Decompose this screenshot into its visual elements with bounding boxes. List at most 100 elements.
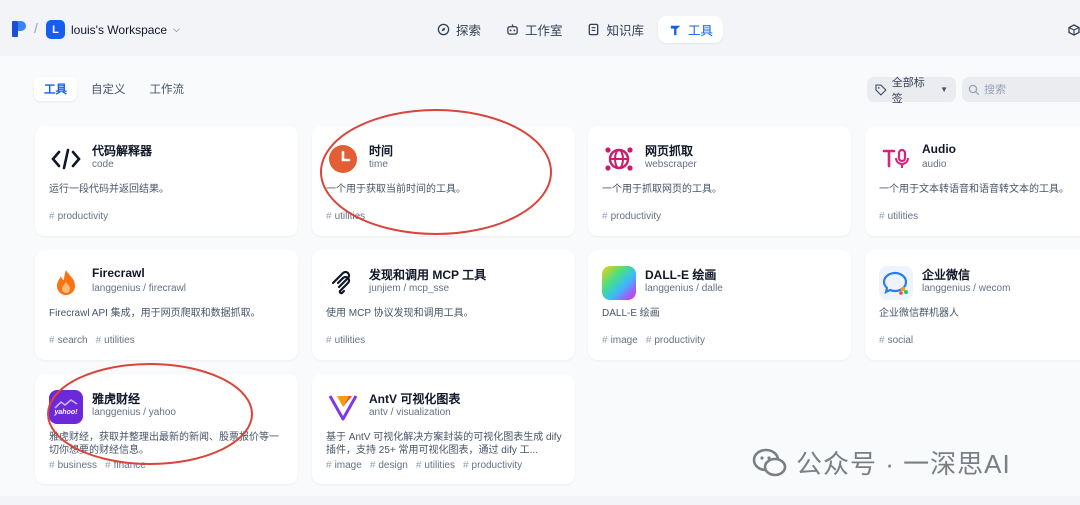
tool-card-antv[interactable]: AntV 可视化图表 antv / visualization 基于 AntV … bbox=[312, 374, 575, 484]
tool-id: webscraper bbox=[645, 159, 697, 170]
tool-card-mcp[interactable]: 发现和调用 MCP 工具 junjiem / mcp_sse 使用 MCP 协议… bbox=[312, 250, 575, 360]
tag: # productivity bbox=[49, 211, 109, 222]
tool-id: langgenius / firecrawl bbox=[92, 283, 186, 294]
nav-tools[interactable]: 工具 bbox=[658, 16, 724, 43]
tool-card-audio[interactable]: Audio audio 一个用于文本转语音和语音转文本的工具。 # utiliti… bbox=[865, 126, 1080, 236]
tool-card-time[interactable]: 时间 time 一个用于获取当前时间的工具。 # utilities bbox=[312, 126, 575, 236]
tool-name: Firecrawl bbox=[92, 266, 145, 280]
watermark-text: 公众号 · 一深思AI bbox=[796, 449, 1011, 479]
tool-tags: # image # design # utilities # productivity bbox=[326, 460, 522, 471]
nav-studio-label: 工作室 bbox=[525, 24, 563, 38]
tool-description: 使用 MCP 协议发现和调用工具。 bbox=[326, 308, 474, 319]
mcp-icon bbox=[326, 266, 360, 300]
compass-icon bbox=[436, 23, 450, 37]
nav-knowledge[interactable]: 知识库 bbox=[577, 16, 655, 43]
tool-description: 雅虎财经，获取并整理出最新的新闻、股票报价等一切你想要的财经信息。 bbox=[49, 432, 279, 456]
tool-card-firecrawl[interactable]: Firecrawl langgenius / firecrawl Firecra… bbox=[35, 250, 298, 360]
tab-custom[interactable]: 自定义 bbox=[81, 77, 136, 101]
tool-tags: # image # productivity bbox=[602, 335, 705, 346]
tag: # design bbox=[369, 460, 408, 471]
chevron-down-icon: ▼ bbox=[940, 85, 948, 94]
tag-filter-label: 全部标签 bbox=[891, 76, 925, 105]
tool-tags: # social bbox=[879, 335, 913, 346]
tool-tags: # search # utilities bbox=[49, 335, 135, 346]
top-bar: / L louis's Workspace ⌵ 探索 工作室 知识库 工具 bbox=[0, 0, 1080, 56]
fire-icon bbox=[49, 266, 83, 300]
chevron-down-icon: ⌵ bbox=[173, 24, 180, 34]
tag: # search bbox=[49, 335, 88, 346]
yahoo-logo-text: yahoo! bbox=[54, 408, 78, 416]
main-nav: 探索 工作室 知识库 工具 bbox=[426, 16, 724, 43]
workspace-name: louis's Workspace bbox=[71, 22, 168, 37]
tag: # productivity bbox=[462, 460, 523, 471]
workspace-switcher[interactable]: L louis's Workspace ⌵ bbox=[46, 20, 180, 39]
tool-type-tabs: 工具 自定义 工作流 bbox=[34, 77, 194, 101]
tool-tags: # utilities bbox=[326, 335, 365, 346]
tool-description: 运行一段代码并返回结果。 bbox=[49, 184, 169, 195]
tool-description: DALL-E 绘画 bbox=[602, 308, 660, 319]
tool-name: 代码解释器 bbox=[92, 144, 153, 158]
tool-tags: # productivity bbox=[602, 211, 661, 222]
tool-id: junjiem / mcp_sse bbox=[369, 283, 450, 294]
tool-name: 雅虎财经 bbox=[92, 392, 141, 406]
app-logo-icon[interactable] bbox=[12, 21, 26, 37]
tool-tags: # business # finance bbox=[49, 460, 146, 471]
tools-icon bbox=[668, 23, 682, 37]
yahoo-icon: yahoo! bbox=[49, 390, 83, 424]
tool-tags: # productivity bbox=[49, 211, 108, 222]
audio-icon bbox=[879, 142, 913, 176]
search-input[interactable] bbox=[984, 83, 1074, 96]
tool-card-yahoo[interactable]: yahoo! 雅虎财经 langgenius / yahoo 雅虎财经，获取并整… bbox=[35, 374, 298, 484]
dalle-icon bbox=[602, 266, 636, 300]
tag-icon bbox=[875, 83, 887, 96]
tag: # utilities bbox=[326, 335, 366, 346]
tool-name: 企业微信 bbox=[922, 268, 971, 282]
tab-workflow[interactable]: 工作流 bbox=[140, 77, 195, 101]
wechat-icon bbox=[752, 448, 787, 476]
tool-id: time bbox=[369, 159, 388, 170]
tag: # utilities bbox=[879, 211, 919, 222]
tool-id: antv / visualization bbox=[369, 407, 451, 418]
nav-explore-label: 探索 bbox=[456, 24, 482, 38]
tag: # utilities bbox=[326, 211, 366, 222]
tag: # image bbox=[326, 460, 362, 471]
code-icon bbox=[49, 142, 83, 176]
search-box bbox=[962, 77, 1080, 102]
tool-id: audio bbox=[922, 159, 947, 170]
tool-card-code[interactable]: 代码解释器 code 运行一段代码并返回结果。 # productivity bbox=[35, 126, 298, 236]
tool-description: 基于 AntV 可视化解决方案封装的可视化图表生成 dify 插件，支持 25+… bbox=[326, 432, 562, 456]
tool-tags: # utilities bbox=[326, 211, 365, 222]
tag-filter-button[interactable]: 全部标签 ▼ bbox=[867, 77, 956, 105]
robot-icon bbox=[505, 23, 519, 37]
nav-explore[interactable]: 探索 bbox=[426, 16, 491, 43]
tool-card-wecom[interactable]: 企业微信 langgenius / wecom 企业微信群机器人 # social bbox=[865, 250, 1080, 360]
tag: # social bbox=[879, 335, 914, 346]
wecom-icon bbox=[879, 266, 913, 300]
cube-icon[interactable] bbox=[1068, 24, 1080, 36]
tool-card-dalle[interactable]: DALL-E 绘画 langgenius / dalle DALL-E 绘画 #… bbox=[588, 250, 851, 360]
breadcrumb-separator: / bbox=[34, 20, 38, 36]
tool-description: 一个用于获取当前时间的工具。 bbox=[326, 184, 466, 195]
nav-tools-label: 工具 bbox=[688, 24, 714, 38]
tool-description: 企业微信群机器人 bbox=[879, 308, 959, 319]
tool-description: Firecrawl API 集成，用于网页爬取和数据抓取。 bbox=[49, 308, 261, 319]
nav-knowledge-label: 知识库 bbox=[606, 24, 645, 38]
tool-name: Audio bbox=[922, 142, 956, 156]
nav-studio[interactable]: 工作室 bbox=[495, 16, 573, 43]
tool-tags: # utilities bbox=[879, 211, 918, 222]
antv-icon bbox=[326, 390, 360, 424]
tool-card-webscraper[interactable]: 网页抓取 webscraper 一个用于抓取网页的工具。 # productivi… bbox=[588, 126, 851, 236]
tab-tools[interactable]: 工具 bbox=[34, 77, 77, 101]
search-icon bbox=[968, 84, 980, 95]
tool-description: 一个用于文本转语音和语音转文本的工具。 bbox=[879, 184, 1069, 195]
tag: # utilities bbox=[95, 335, 135, 346]
tool-name: DALL-E 绘画 bbox=[645, 268, 717, 282]
workspace-avatar: L bbox=[46, 20, 65, 39]
tool-id: langgenius / yahoo bbox=[92, 407, 176, 418]
tag: # utilities bbox=[415, 460, 455, 471]
tool-id: langgenius / dalle bbox=[645, 283, 723, 294]
globe-icon bbox=[602, 142, 636, 176]
tool-id: code bbox=[92, 159, 114, 170]
tag: # finance bbox=[105, 460, 146, 471]
tool-name: 网页抓取 bbox=[645, 144, 694, 158]
